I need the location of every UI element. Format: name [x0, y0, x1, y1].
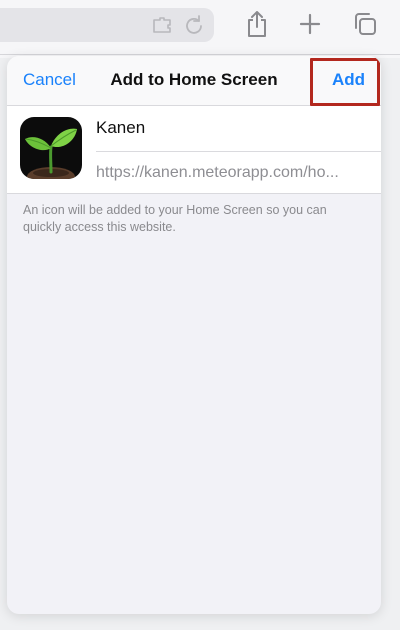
browser-toolbar [0, 0, 400, 58]
form-card: Kanen https://kanen.meteorapp.com/ho... [7, 106, 381, 194]
address-bar[interactable] [0, 8, 214, 42]
sheet-header: Cancel Add to Home Screen Add [7, 56, 381, 106]
tab-strip-divider [0, 54, 400, 55]
puzzle-icon[interactable] [152, 8, 174, 42]
name-field[interactable]: Kanen [96, 118, 145, 138]
tabs-icon[interactable] [347, 6, 383, 42]
share-icon[interactable] [239, 6, 275, 42]
add-button[interactable]: Add [332, 70, 365, 90]
plus-icon[interactable] [292, 6, 328, 42]
app-icon [20, 117, 82, 179]
helper-text: An icon will be added to your Home Scree… [23, 203, 327, 234]
url-field: https://kanen.meteorapp.com/ho... [96, 164, 339, 181]
reload-icon[interactable] [184, 8, 204, 42]
add-to-home-screen-sheet: Cancel Add to Home Screen Add Kanen http… [7, 56, 381, 614]
field-divider [96, 151, 381, 152]
sheet-title: Add to Home Screen [110, 70, 278, 89]
